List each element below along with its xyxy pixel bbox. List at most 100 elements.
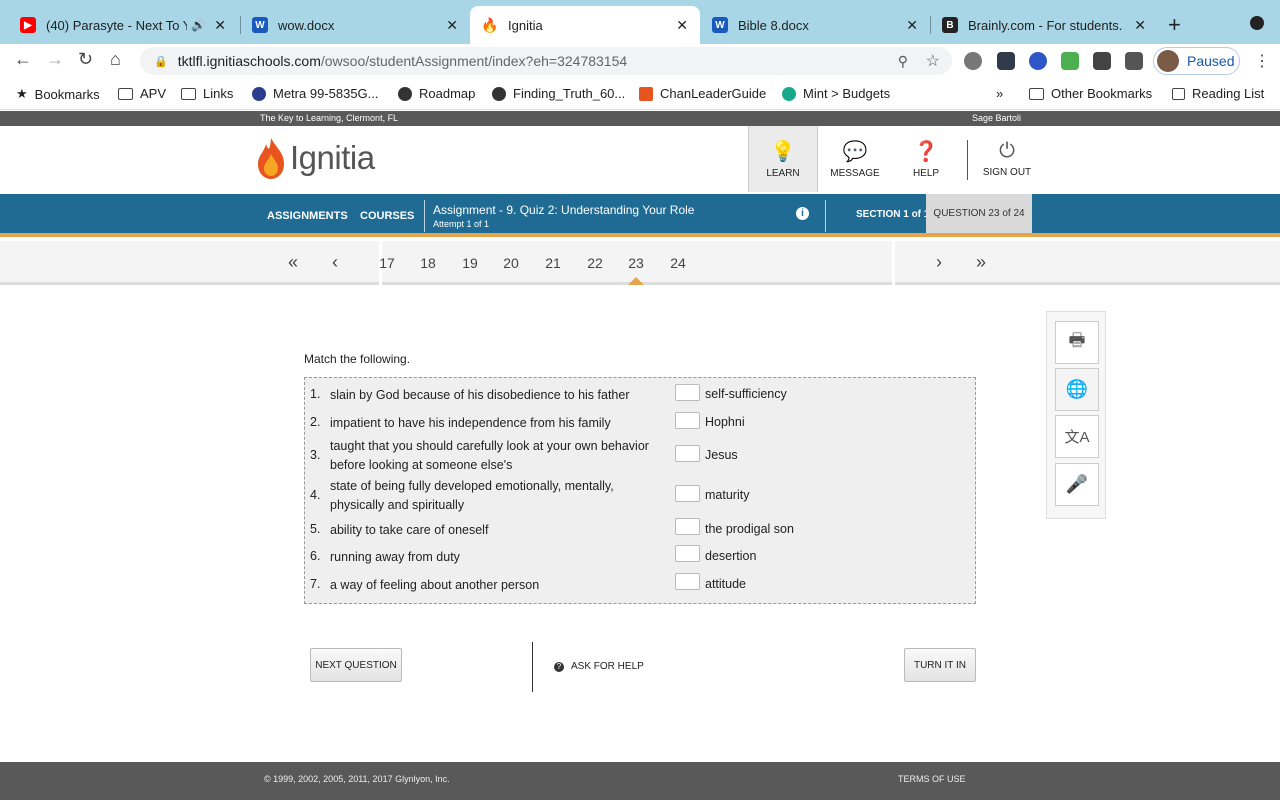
print-icon[interactable]: 🖶 bbox=[1055, 321, 1099, 364]
extension-cross-icon[interactable] bbox=[1061, 52, 1079, 70]
next-question-button[interactable]: NEXT QUESTION bbox=[310, 648, 402, 682]
lock-icon[interactable]: 🔒 bbox=[154, 55, 168, 68]
extension-circle-icon[interactable] bbox=[1029, 52, 1047, 70]
bookmark-reading-list[interactable]: Reading List bbox=[1172, 86, 1264, 101]
match-answer-box[interactable] bbox=[675, 445, 700, 462]
home-icon[interactable]: ⌂ bbox=[110, 49, 121, 70]
question-link-24[interactable]: 24 bbox=[666, 255, 690, 271]
close-tab-icon[interactable]: ✕ bbox=[676, 17, 688, 34]
item-number: 1. bbox=[310, 387, 321, 401]
metra-icon bbox=[252, 86, 266, 101]
browser-tab-youtube[interactable]: ▶ (40) Parasyte - Next To Y 🔊 ✕ bbox=[8, 6, 238, 44]
bookmark-star-icon[interactable]: ☆ bbox=[926, 51, 940, 71]
browser-tab-wow-docx[interactable]: W wow.docx ✕ bbox=[240, 6, 470, 44]
browser-tab-bible-docx[interactable]: W Bible 8.docx ✕ bbox=[700, 6, 930, 44]
extension-card-icon[interactable] bbox=[997, 52, 1015, 70]
turn-it-in-button[interactable]: TURN IT IN bbox=[904, 648, 976, 682]
nav-assignments[interactable]: ASSIGNMENTS bbox=[267, 210, 348, 222]
browser-tab-strip: ▶ (40) Parasyte - Next To Y 🔊 ✕ W wow.do… bbox=[0, 0, 1280, 44]
speaker-icon[interactable]: 🔊 bbox=[191, 18, 206, 32]
more-bookmarks-icon[interactable]: » bbox=[996, 86, 1003, 101]
assignment-title: Assignment - 9. Quiz 2: Understanding Yo… bbox=[433, 203, 695, 217]
previous-question-icon[interactable]: ‹ bbox=[332, 252, 338, 273]
item-number: 2. bbox=[310, 415, 321, 429]
nav-courses[interactable]: COURSES bbox=[360, 210, 414, 222]
translate-icon[interactable]: 文A bbox=[1055, 415, 1099, 458]
tools-panel: 🖶 🌐 文A 🎤 bbox=[1046, 311, 1106, 519]
bookmark-other-bookmarks[interactable]: Other Bookmarks bbox=[1029, 86, 1152, 101]
last-question-icon[interactable]: » bbox=[976, 252, 986, 273]
answer-text: maturity bbox=[705, 488, 750, 502]
item-text: running away from duty bbox=[330, 550, 460, 564]
close-tab-icon[interactable]: ✕ bbox=[906, 17, 918, 34]
match-answer-box[interactable] bbox=[675, 573, 700, 590]
match-answer-box[interactable] bbox=[675, 485, 700, 502]
close-tab-icon[interactable]: ✕ bbox=[1134, 17, 1146, 34]
bookmark-apv[interactable]: APV bbox=[118, 86, 166, 101]
bookmark-chanleaderguide[interactable]: ChanLeaderGuide bbox=[639, 86, 766, 101]
question-link-22[interactable]: 22 bbox=[583, 255, 607, 271]
reading-list-queue-icon[interactable] bbox=[1125, 52, 1143, 70]
sign-out-button[interactable]: ⏻ SIGN OUT bbox=[980, 126, 1034, 192]
next-question-icon[interactable]: › bbox=[936, 252, 942, 273]
question-link-18[interactable]: 18 bbox=[416, 255, 440, 271]
question-link-19[interactable]: 19 bbox=[458, 255, 482, 271]
globe-icon: 🌐 bbox=[1055, 368, 1099, 411]
zoom-icon[interactable]: ⚲ bbox=[898, 53, 908, 70]
reload-icon[interactable]: ↻ bbox=[78, 49, 93, 70]
microphone-icon[interactable]: 🎤 bbox=[1055, 463, 1099, 506]
extension-gear-icon[interactable] bbox=[964, 52, 982, 70]
terms-of-use-link[interactable]: TERMS OF USE bbox=[898, 774, 966, 784]
question-link-21[interactable]: 21 bbox=[541, 255, 565, 271]
question-link-17[interactable]: 17 bbox=[375, 255, 399, 271]
current-question-caret bbox=[628, 277, 644, 285]
site-footer: © 1999, 2002, 2005, 2011, 2017 Glynlyon,… bbox=[0, 762, 1280, 800]
bookmark-mint-budgets[interactable]: Mint > Budgets bbox=[782, 86, 890, 101]
close-tab-icon[interactable]: ✕ bbox=[446, 17, 458, 34]
back-icon[interactable]: ← bbox=[14, 49, 32, 70]
bar-divider bbox=[424, 200, 425, 232]
info-icon[interactable]: i bbox=[796, 207, 809, 220]
bar-divider bbox=[825, 200, 826, 232]
copyright: © 1999, 2002, 2005, 2011, 2017 Glynlyon,… bbox=[264, 774, 450, 784]
item-text: slain by God because of his disobedience… bbox=[330, 388, 630, 402]
ignitia-logo[interactable]: Ignitia bbox=[254, 136, 375, 180]
match-answer-box[interactable] bbox=[675, 518, 700, 535]
message-button[interactable]: 💬 MESSAGE bbox=[824, 126, 886, 192]
youtube-icon: ▶ bbox=[20, 17, 36, 33]
bookmark-finding-truth[interactable]: Finding_Truth_60... bbox=[492, 86, 625, 101]
match-answer-box[interactable] bbox=[675, 545, 700, 562]
learn-button[interactable]: 💡 LEARN bbox=[748, 126, 818, 192]
answer-text: attitude bbox=[705, 577, 747, 591]
answer-text: the prodigal son bbox=[705, 522, 794, 536]
forward-icon[interactable]: → bbox=[46, 49, 64, 70]
ask-for-help-link[interactable]: ? ASK FOR HELP bbox=[554, 661, 644, 672]
help-button[interactable]: ❓ HELP bbox=[900, 126, 952, 192]
item-number: 7. bbox=[310, 577, 321, 591]
bookmark-metra[interactable]: Metra 99-5835G... bbox=[252, 86, 379, 101]
browser-tab-ignitia[interactable]: 🔥 Ignitia ✕ bbox=[470, 6, 700, 44]
chat-bubble-icon: 💬 bbox=[842, 141, 868, 163]
question-counter: QUESTION 23 of 24 bbox=[926, 194, 1032, 233]
extensions-puzzle-icon[interactable] bbox=[1093, 52, 1111, 70]
question-link-23-current[interactable]: 23 bbox=[624, 255, 648, 271]
profile-button[interactable]: Paused bbox=[1153, 47, 1240, 75]
item-number: 6. bbox=[310, 549, 321, 563]
ignitia-flame-icon: 🔥 bbox=[481, 16, 499, 33]
match-answer-box[interactable] bbox=[675, 412, 700, 429]
address-bar[interactable]: 🔒 tktlfl.ignitiaschools.com/owsoo/studen… bbox=[140, 47, 952, 75]
item-text: taught that you should carefully look at… bbox=[330, 439, 649, 472]
tab-search-icon[interactable] bbox=[1250, 16, 1264, 30]
bookmark-bookmarks[interactable]: ★ Bookmarks bbox=[16, 86, 100, 102]
question-link-20[interactable]: 20 bbox=[499, 255, 523, 271]
first-question-icon[interactable]: « bbox=[288, 252, 298, 273]
browser-menu-icon[interactable]: ⋮ bbox=[1254, 51, 1270, 71]
match-answer-box[interactable] bbox=[675, 384, 700, 401]
new-tab-icon[interactable]: + bbox=[1168, 12, 1181, 38]
bookmark-roadmap[interactable]: Roadmap bbox=[398, 86, 475, 101]
answer-text: desertion bbox=[705, 549, 757, 563]
bookmark-links[interactable]: Links bbox=[181, 86, 233, 101]
close-tab-icon[interactable]: ✕ bbox=[214, 17, 226, 34]
browser-tab-brainly[interactable]: B Brainly.com - For students. B ✕ bbox=[930, 6, 1158, 44]
ignitia-flame-icon bbox=[258, 138, 284, 179]
